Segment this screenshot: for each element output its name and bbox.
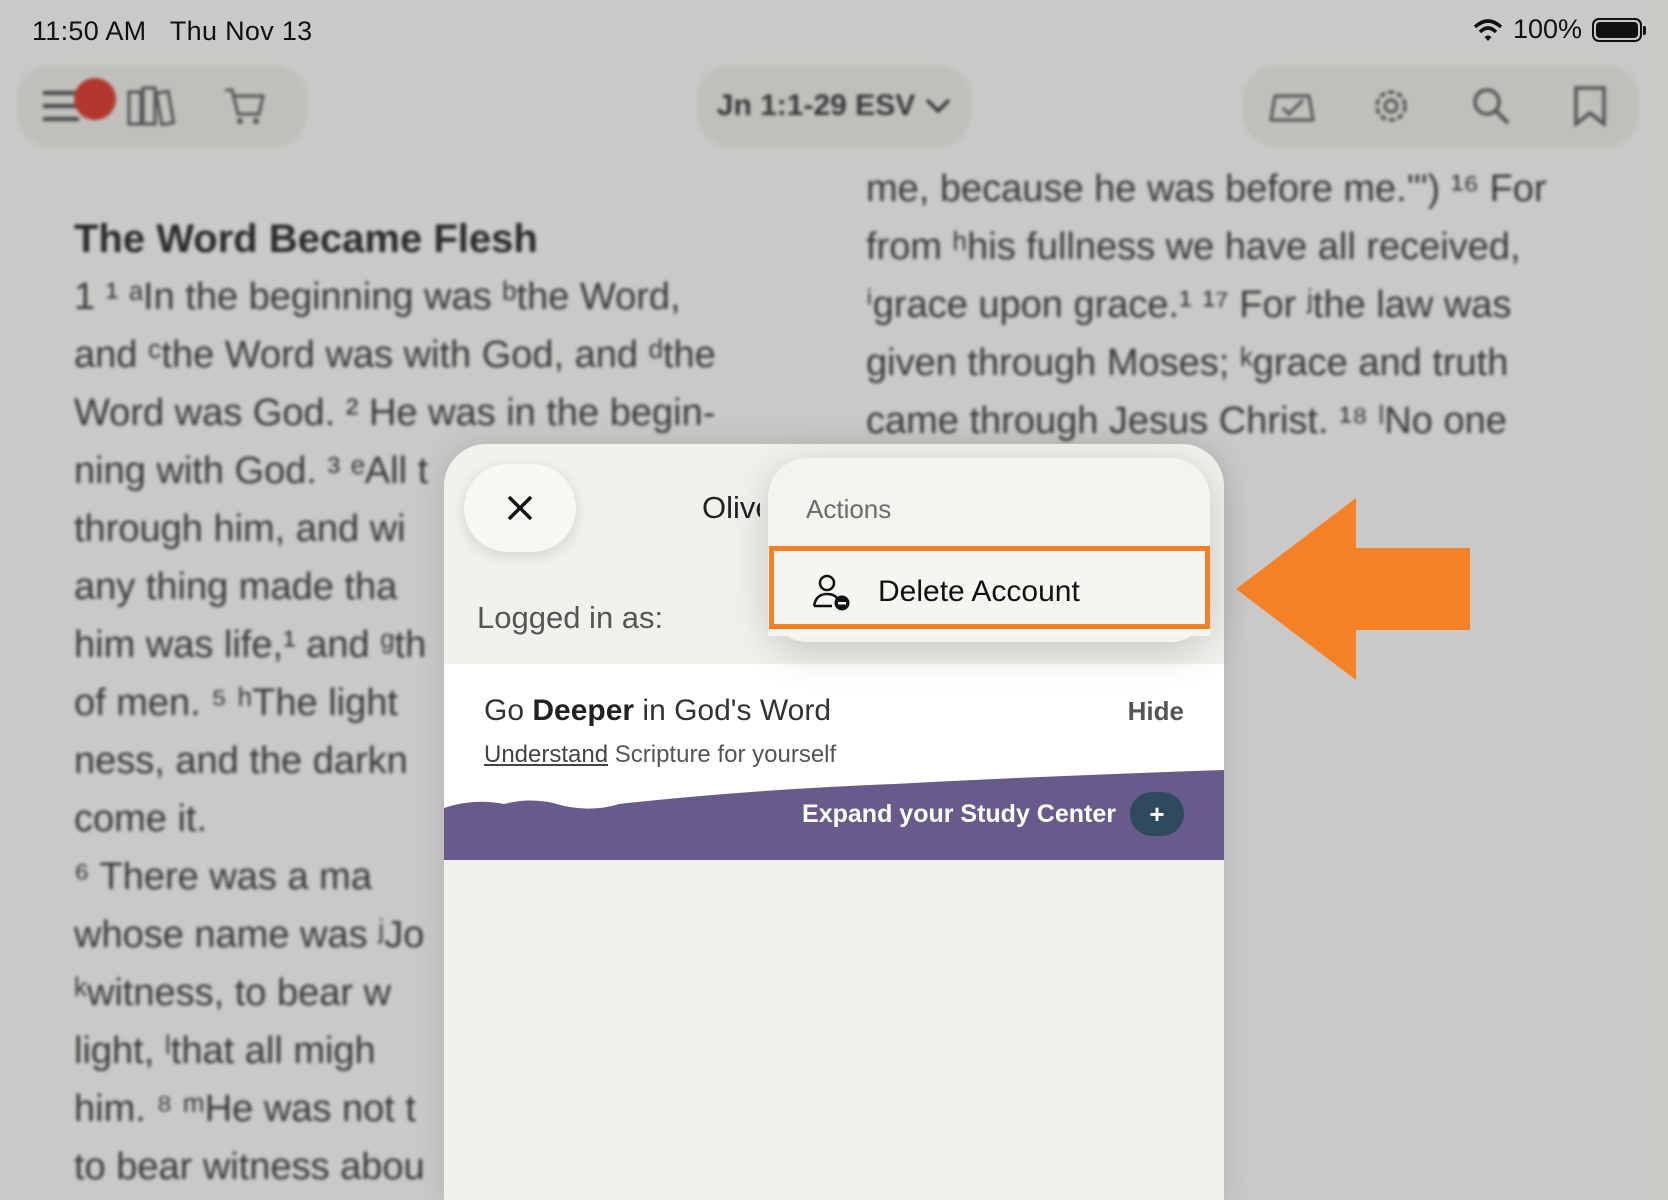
clock-time: 11:50 AM [32, 16, 147, 46]
status-indicators: 100% [1473, 14, 1646, 45]
delete-account-label: Delete Account [878, 575, 1080, 608]
promo-title-bold: Deeper [532, 694, 635, 727]
menu-header: Actions [806, 494, 892, 524]
status-time: 11:50 AM Thu Nov 13 [32, 16, 312, 47]
promo-title-pre: Go [484, 694, 533, 727]
actions-menu: Actions Delete Account [768, 458, 1210, 642]
sheet-title: Olive [702, 490, 760, 525]
wifi-icon [1473, 18, 1503, 41]
close-button[interactable] [464, 464, 576, 552]
hide-promo-button[interactable]: Hide [1128, 696, 1184, 727]
delete-account-menu-item[interactable]: Delete Account [768, 548, 1210, 636]
promo-subtitle-link[interactable]: Understand [484, 741, 608, 768]
promo-subtitle-rest: Scripture for yourself [608, 741, 837, 768]
close-icon [507, 495, 533, 521]
expand-study-center-button[interactable]: Expand your Study Center + [802, 792, 1184, 836]
status-bar: 11:50 AM Thu Nov 13 100% [0, 0, 1668, 60]
clock-date: Thu Nov 13 [169, 16, 313, 46]
promo-title-post: in God's Word [634, 694, 831, 727]
promo-title: Go Deeper in God's Word [484, 694, 831, 728]
battery-icon [1592, 17, 1646, 42]
plus-icon: + [1130, 792, 1184, 836]
expand-study-center-label: Expand your Study Center [802, 799, 1116, 828]
battery-percent: 100% [1512, 14, 1582, 44]
annotation-arrow-icon [1236, 498, 1470, 680]
logged-in-label: Logged in as: [477, 600, 664, 635]
person-remove-icon [812, 574, 850, 611]
study-center-promo[interactable]: Go Deeper in God's Word Understand Scrip… [444, 664, 1224, 860]
promo-subtitle: Understand Scripture for yourself [484, 741, 836, 769]
